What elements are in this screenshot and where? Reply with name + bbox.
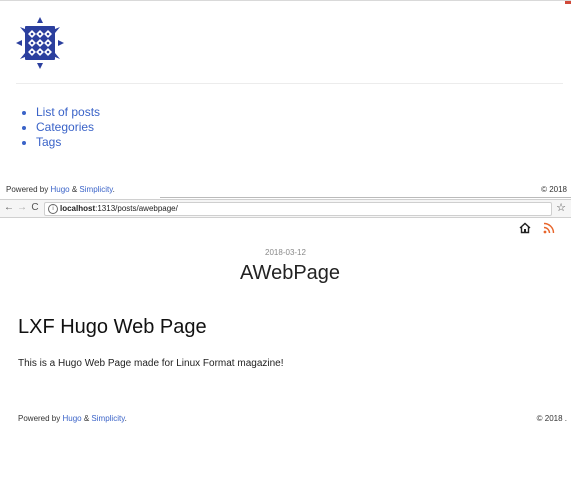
powered-by-label: Powered by (6, 185, 49, 194)
powered-by-label: Powered by (18, 414, 61, 423)
simplicity-link[interactable]: Simplicity (91, 414, 124, 423)
period-text: . (124, 414, 127, 423)
period-text: . (112, 185, 115, 194)
site-logo-icon[interactable] (16, 17, 64, 69)
back-arrow-icon[interactable]: ← (4, 202, 14, 214)
header-divider (16, 83, 563, 84)
nav-item-categories[interactable]: Categories (36, 120, 100, 135)
amp-text: & (71, 185, 78, 194)
page-header-icons (519, 222, 559, 236)
main-nav: List of posts Categories Tags (22, 105, 100, 150)
window-split-line (160, 197, 571, 198)
window-corner-mark (565, 1, 571, 4)
powered-by-text: Powered by Hugo & Simplicity. (6, 185, 115, 194)
nav-link-label[interactable]: Categories (36, 120, 94, 134)
post-body-text: This is a Hugo Web Page made for Linux F… (18, 358, 284, 369)
home-icon[interactable] (519, 222, 531, 234)
simplicity-link[interactable]: Simplicity (79, 185, 112, 194)
browser-address-bar: ← → C i localhost:1313/posts/awebpage/ ☆ (0, 199, 571, 218)
post-heading: LXF Hugo Web Page (18, 316, 207, 338)
copyright-text: © 2018 (541, 185, 567, 194)
url-path: :1313/posts/awebpage/ (95, 204, 178, 213)
url-host: localhost (60, 204, 96, 213)
page-footer: Powered by Hugo & Simplicity. © 2018 . (18, 414, 567, 426)
forward-arrow-icon[interactable]: → (17, 202, 27, 214)
info-icon[interactable]: i (48, 204, 58, 214)
top-footer: Powered by Hugo & Simplicity. © 2018 (6, 185, 567, 197)
reload-icon[interactable]: C (30, 202, 40, 214)
nav-link-label[interactable]: Tags (36, 135, 61, 149)
nav-item-list-of-posts[interactable]: List of posts (36, 105, 100, 120)
url-input[interactable]: i localhost:1313/posts/awebpage/ (44, 202, 552, 216)
hugo-link[interactable]: Hugo (50, 185, 69, 194)
nav-item-tags[interactable]: Tags (36, 135, 100, 150)
copyright-text: © 2018 . (536, 414, 567, 423)
hugo-link[interactable]: Hugo (62, 414, 81, 423)
rss-icon[interactable] (543, 222, 555, 234)
powered-by-text: Powered by Hugo & Simplicity. (18, 414, 127, 423)
top-window: List of posts Categories Tags Powered by… (0, 0, 571, 201)
post-date: 2018-03-12 (265, 248, 306, 257)
amp-text: & (83, 414, 90, 423)
url-text[interactable]: localhost:1313/posts/awebpage/ (60, 203, 178, 215)
nav-link-label[interactable]: List of posts (36, 105, 100, 119)
post-title: AWebPage (239, 262, 341, 284)
star-icon[interactable]: ☆ (556, 201, 566, 214)
